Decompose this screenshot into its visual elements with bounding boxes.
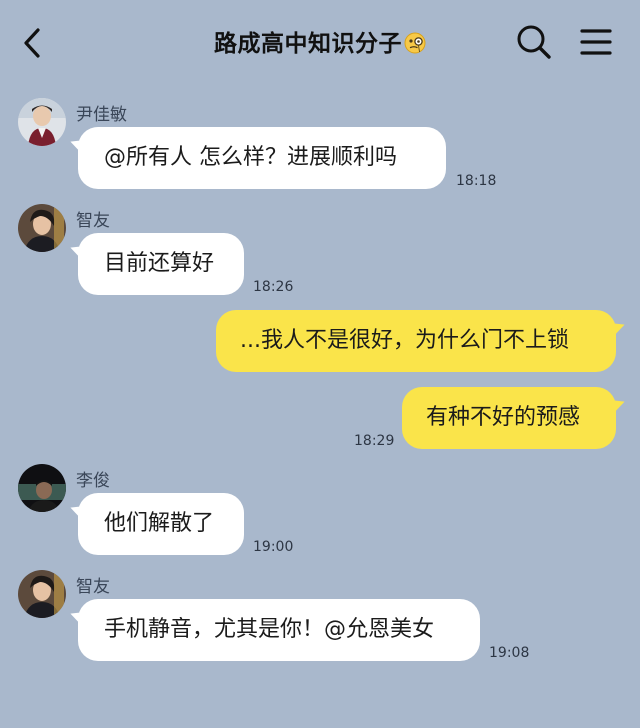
monocle-face-icon <box>404 32 426 54</box>
message-bubble[interactable]: 他们解散了 <box>78 493 244 555</box>
hamburger-menu-icon <box>580 29 612 55</box>
message-bubble[interactable]: @所有人 怎么样？进展顺利吗 <box>78 127 446 189</box>
message-time: 19:00 <box>253 539 294 555</box>
message-bubble[interactable]: 目前还算好 <box>78 233 244 295</box>
avatar[interactable] <box>18 464 66 512</box>
message-time: 18:26 <box>253 279 294 295</box>
search-button[interactable] <box>514 22 554 62</box>
search-icon <box>517 25 551 59</box>
avatar[interactable] <box>18 204 66 252</box>
sender-name: 智友 <box>76 577 110 597</box>
message-bubble[interactable]: ...我人不是很好，为什么门不上锁 <box>216 310 616 372</box>
sender-name: 李俊 <box>76 471 110 491</box>
message-time: 18:29 <box>354 433 395 449</box>
message-time: 19:08 <box>489 645 530 661</box>
chat-header: 路成高中知识分子 <box>0 0 640 86</box>
avatar[interactable] <box>18 570 66 618</box>
chat-title-text: 路成高中知识分子 <box>214 31 402 57</box>
avatar[interactable] <box>18 98 66 146</box>
menu-button[interactable] <box>578 24 614 60</box>
sender-name: 尹佳敏 <box>76 105 127 125</box>
message-time: 18:18 <box>456 173 497 189</box>
message-bubble[interactable]: 有种不好的预感 <box>402 387 616 449</box>
message-bubble[interactable]: 手机静音，尤其是你！@允恩美女 <box>78 599 480 661</box>
sender-name: 智友 <box>76 211 110 231</box>
